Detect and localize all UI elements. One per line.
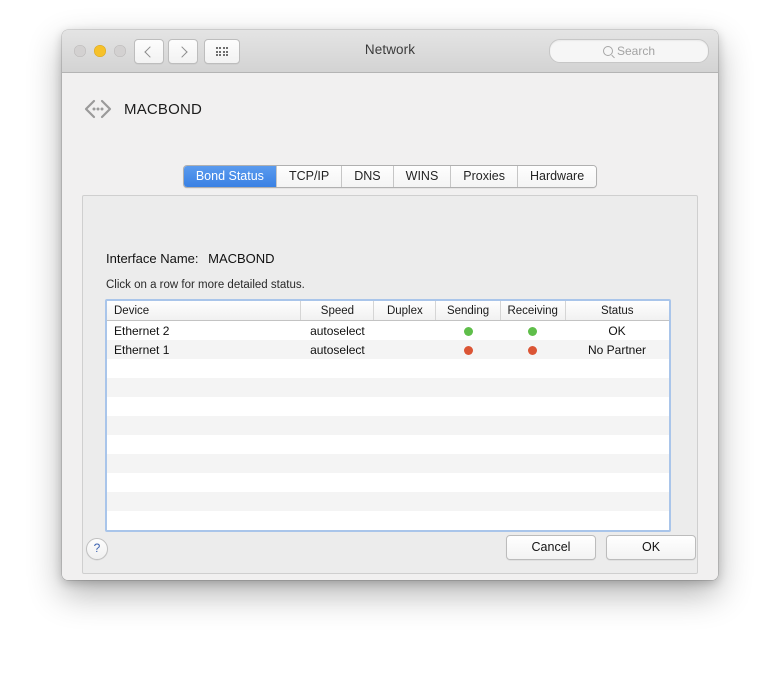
search-icon (602, 46, 613, 56)
column-header-sending[interactable]: Sending (435, 301, 501, 321)
network-preferences-window: Network Search MACBOND Bond Status TCP/I… (62, 30, 718, 580)
ok-button[interactable]: OK (606, 535, 696, 560)
table-row-empty[interactable] (107, 454, 669, 473)
column-header-status[interactable]: Status (565, 301, 669, 321)
column-header-device[interactable]: Device (107, 301, 302, 321)
tab-group: Bond Status TCP/IP DNS WINS Proxies Hard… (182, 165, 598, 188)
status-dot-sending (463, 345, 473, 355)
tab-proxies[interactable]: Proxies (450, 166, 517, 187)
table-row[interactable]: Ethernet 1 autoselect No Partner (107, 340, 669, 359)
cell-receiving (500, 340, 565, 359)
window-titlebar: Network Search (62, 30, 718, 73)
cell-duplex (373, 320, 436, 340)
cell-status: No Partner (565, 340, 669, 359)
search-field[interactable]: Search (549, 39, 709, 63)
cancel-button[interactable]: Cancel (506, 535, 596, 560)
window-body: MACBOND Bond Status TCP/IP DNS WINS Prox… (62, 73, 718, 580)
table-row-empty[interactable] (107, 492, 669, 511)
bond-status-panel: Interface Name: MACBOND Click on a row f… (82, 195, 698, 574)
dialog-button-row: Cancel OK (506, 535, 696, 560)
status-dot-sending (463, 326, 473, 336)
cell-device: Ethernet 1 (107, 340, 301, 359)
bond-members-table[interactable]: Device Speed Duplex Sending Receiving St… (105, 299, 671, 532)
cell-duplex (373, 340, 436, 359)
table-row-empty[interactable] (107, 359, 669, 378)
column-header-receiving[interactable]: Receiving (500, 301, 566, 321)
bond-name-label: MACBOND (124, 100, 203, 118)
status-dot-receiving (528, 326, 538, 336)
table-body: Ethernet 2 autoselect OK Ethernet 1 auto… (107, 320, 669, 530)
table-row-empty[interactable] (107, 397, 669, 416)
table-hint-text: Click on a row for more detailed status. (106, 279, 305, 291)
cell-status: OK (565, 320, 669, 340)
table-row[interactable]: Ethernet 2 autoselect OK (107, 320, 669, 340)
tab-dns[interactable]: DNS (341, 166, 393, 187)
tab-bond-status[interactable]: Bond Status (183, 166, 276, 187)
cell-receiving (500, 320, 565, 340)
table-row-empty[interactable] (107, 416, 669, 435)
interface-name-label: Interface Name: (106, 251, 199, 266)
cell-sending (435, 340, 501, 359)
column-header-duplex[interactable]: Duplex (373, 301, 437, 321)
tab-tcp-ip[interactable]: TCP/IP (275, 166, 342, 187)
dialog-footer: ? Cancel OK (62, 523, 718, 580)
interface-name-row: Interface Name: MACBOND (106, 251, 275, 266)
table-row-empty[interactable] (107, 435, 669, 454)
column-header-speed[interactable]: Speed (300, 301, 375, 321)
table-row-empty[interactable] (107, 378, 669, 397)
tab-bar: Bond Status TCP/IP DNS WINS Proxies Hard… (62, 165, 718, 188)
status-dot-receiving (528, 345, 538, 355)
tab-hardware[interactable]: Hardware (516, 166, 597, 187)
search-placeholder: Search (616, 44, 656, 58)
help-button[interactable]: ? (86, 538, 108, 560)
cell-speed: autoselect (300, 320, 374, 340)
bond-interface-icon (84, 99, 112, 119)
cell-speed: autoselect (300, 340, 374, 359)
bond-header: MACBOND (82, 98, 202, 120)
cell-device: Ethernet 2 (107, 320, 301, 340)
interface-name-value: MACBOND (208, 251, 275, 266)
table-header-row: Device Speed Duplex Sending Receiving St… (107, 301, 669, 321)
tab-wins[interactable]: WINS (392, 166, 451, 187)
table-row-empty[interactable] (107, 473, 669, 492)
cell-sending (435, 320, 501, 340)
